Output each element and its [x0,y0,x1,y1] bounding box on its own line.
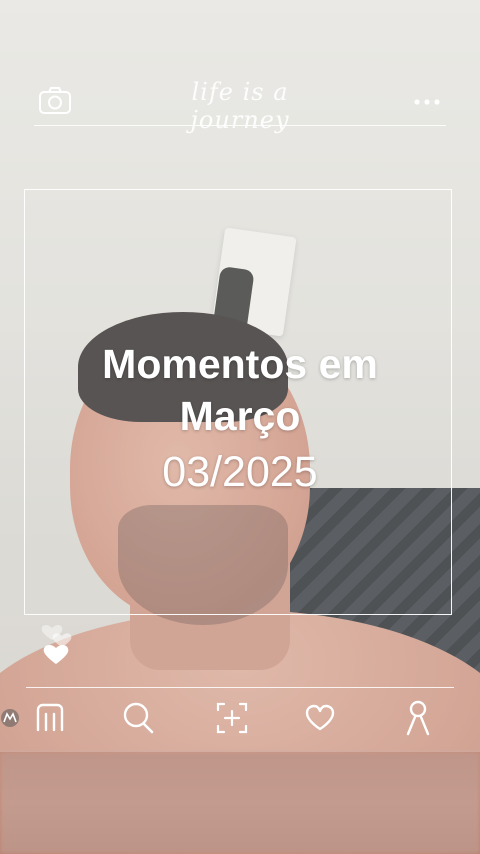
nav-home[interactable] [28,696,72,740]
bottom-nav [0,690,480,750]
date-label: 03/2025 [162,448,318,496]
home-icon [36,703,64,732]
brand-logo [0,708,20,728]
motorola-logo-icon [1,709,19,727]
add-frame-icon [216,702,248,734]
like-hearts[interactable] [36,608,86,668]
more-dots-icon [414,99,440,105]
hearts-icon [41,624,72,664]
nav-add[interactable] [210,696,254,740]
title-block: Momentos em Março 03/2025 [40,338,440,498]
title-line-1: Momentos em [102,341,378,387]
nav-search[interactable] [116,696,160,740]
camera-button[interactable] [38,86,72,116]
top-divider [34,125,446,126]
top-bar: life is a journey [0,0,480,134]
nav-profile[interactable] [396,696,440,740]
heart-icon [305,704,335,731]
title-line-2: Março [179,393,301,439]
camera-icon [39,87,71,114]
profile-icon [406,700,430,736]
nav-likes[interactable] [298,696,342,740]
search-icon [123,702,154,734]
lower-photo-area [0,752,480,854]
nav-divider [26,687,454,688]
more-button[interactable] [410,92,444,112]
